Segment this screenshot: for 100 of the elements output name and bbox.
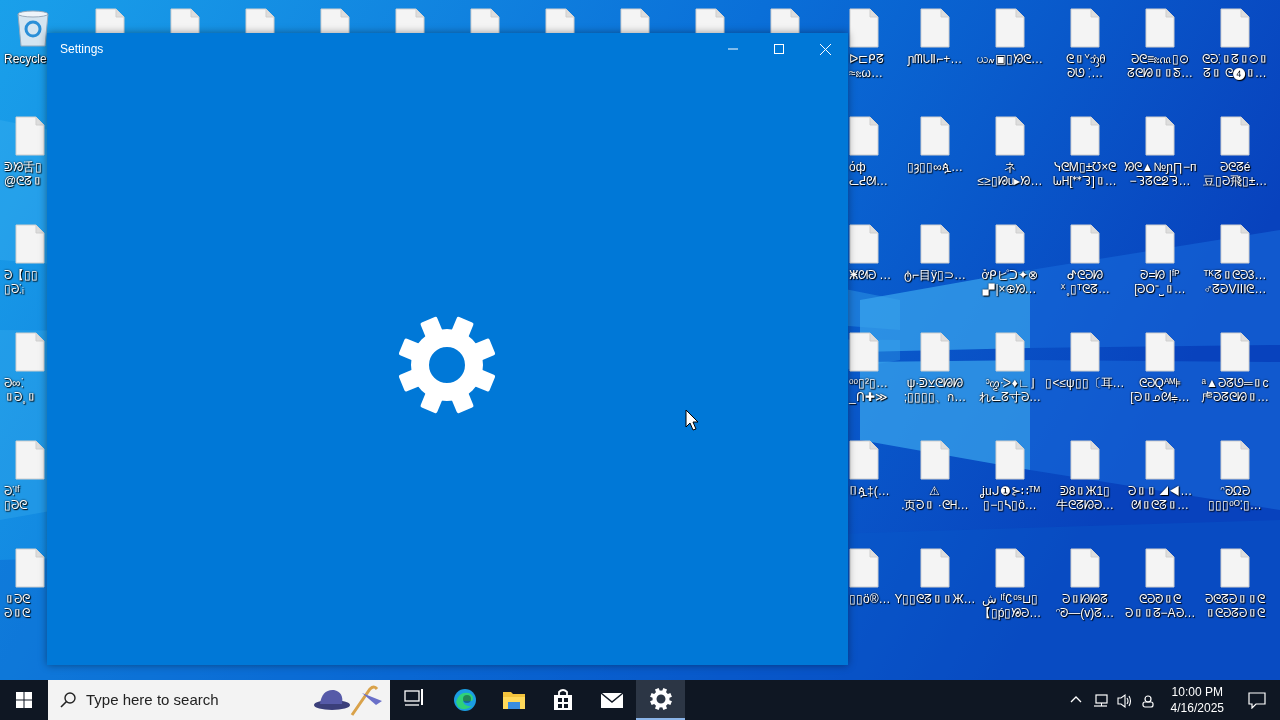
- speech-bubble-icon: [1248, 691, 1266, 709]
- file-name: Recycle: [3, 52, 47, 66]
- file-name: ▯▯ö®…: [848, 592, 891, 606]
- file-icon[interactable]: [1220, 8, 1250, 48]
- file-icon[interactable]: [849, 548, 879, 588]
- file-icon[interactable]: [15, 440, 45, 480]
- search-field[interactable]: Type here to search: [84, 687, 304, 713]
- file-icon[interactable]: [1145, 224, 1175, 264]
- maximize-icon: [774, 44, 784, 54]
- file-icon[interactable]: [1220, 116, 1250, 156]
- file-name: ᘓᘒQᴬᴹ⊧ [ᘒ▯ᓄᘛ≑…: [1130, 376, 1190, 404]
- search-box[interactable]: Type here to search: [48, 680, 390, 720]
- file-name: ᘓ▯ᘁᦁᦲ ᘐᘎ ⁚…: [1065, 52, 1105, 80]
- file-name: ▯ᘒᘓ ᘒ▯ᘓ: [3, 592, 30, 620]
- file-name: ᐅ⊏ᑭᘔ ≈ᦰω…: [848, 52, 884, 80]
- file-name: ᘞᘓ▲№ɲ∏−ᴨ −ᘊᘔᘓᘖᘋ…: [1123, 160, 1197, 188]
- file-icon[interactable]: [1145, 8, 1175, 48]
- file-icon[interactable]: [320, 8, 350, 33]
- file-icon[interactable]: [920, 116, 950, 156]
- hat-and-cane-drawing: [312, 683, 384, 717]
- network-icon[interactable]: [1093, 692, 1109, 708]
- file-name: ش ᴵᶠ∁ᵒˢ⊔▯ 【▯ṕ▯ᘠᘒ…: [978, 592, 1042, 620]
- file-icon[interactable]: [545, 8, 575, 33]
- file-icon[interactable]: [1070, 332, 1100, 372]
- file-name: ယ៷▣▯ᘞᘓ…: [977, 52, 1043, 66]
- file-icon[interactable]: [1070, 116, 1100, 156]
- file-name: ᘒ▯▯ ◢◀… ᘛ▯ᘓᘔ▯…: [1127, 484, 1193, 512]
- file-icon[interactable]: [995, 440, 1025, 480]
- file-icon[interactable]: [1145, 332, 1175, 372]
- file-icon[interactable]: [15, 116, 45, 156]
- file-icon[interactable]: [15, 548, 45, 588]
- file-icon[interactable]: [995, 116, 1025, 156]
- file-icon[interactable]: [15, 332, 45, 372]
- taskbar-app-button[interactable]: [636, 680, 685, 720]
- file-icon[interactable]: [1070, 8, 1100, 48]
- file-name: ᵃ▲ᘒᘔᘎ═▯ᴄ 虍ᘒᘔᘓᘗ▯…: [1201, 376, 1269, 404]
- close-icon: [819, 43, 831, 55]
- file-name: ⚠ .页ᘒ▯ ·ᘓᕼ…: [901, 484, 969, 512]
- file-name: ᘒ【▯▯ ▯ᘒ⁚ᵢ: [3, 268, 38, 296]
- file-name: ᘓᘒᘑ▯ᘓ ᘒ▯▯ᘔ−Aᘒ…: [1124, 592, 1196, 620]
- clock-date[interactable]: 4/16/2025: [1170, 700, 1224, 716]
- file-name: ტ⌐目ÿ▯⊃…: [904, 268, 966, 282]
- file-icon[interactable]: [1220, 332, 1250, 372]
- file-name: ψ·ᕲ⊻ᘓᘘᘙ ;▯▯▯▯、ก…: [903, 376, 967, 404]
- windows-logo-icon: [16, 692, 32, 708]
- person-icon[interactable]: [1141, 692, 1157, 708]
- file-name: ɲᗰᘂⅡ⌐+…: [907, 52, 963, 66]
- file-name: ʝuᒍ❶⊱∷ᵀᴹ ▯−▯ᓴ▯ö…: [980, 484, 1040, 512]
- cursor-icon: [685, 409, 699, 431]
- file-name: ᓭᘓM▯±ᘮ×ᘓ ᘈᕼ[ᕯᘊ]▯…: [1053, 160, 1117, 188]
- file-icon[interactable]: [849, 116, 879, 156]
- file-name: ᘐ=ᘙ |ᶠᴾ [ᘒO⁼⎵▯…: [1134, 268, 1186, 296]
- file-icon[interactable]: [1220, 548, 1250, 588]
- file-name: ᘒ∞⁚ ▯ᘒ˳▯: [3, 376, 36, 404]
- file-name: Y▯▯ᘓᘔ▯▯Ж…: [894, 592, 976, 606]
- file-icon[interactable]: [920, 332, 950, 372]
- file-icon[interactable]: [1070, 548, 1100, 588]
- file-icon[interactable]: [620, 8, 650, 33]
- file-icon[interactable]: [1145, 440, 1175, 480]
- file-name: ᕲ8▯Ж1▯ 牛ᘓᘔᘙᘒ…: [1056, 484, 1114, 512]
- file-icon[interactable]: [995, 332, 1025, 372]
- file-icon[interactable]: [920, 440, 950, 480]
- file-name: ▯ጷ‡(…: [848, 484, 890, 498]
- file-name: ネ ≤≥▯ᘘu▸ᘞ…: [977, 160, 1043, 188]
- file-icon[interactable]: [849, 440, 879, 480]
- gear-icon: [648, 687, 673, 711]
- file-icon[interactable]: [849, 332, 879, 372]
- file-name: ᵔᘐΩᘒ ▯▯▯ᵒᴼ⁚▯…: [1208, 484, 1262, 512]
- search-icon: [60, 692, 76, 708]
- file-icon[interactable]: [920, 224, 950, 264]
- file-icon[interactable]: [470, 8, 500, 33]
- file-name: ởᑭピᑐ✦⊗ ▞|×⊕ᘞ…: [981, 268, 1039, 296]
- file-name: ᘒᘓ≡ᦰᦶ▯⊙ ᘔᘓᘘ▯▯ᘕ…: [1127, 52, 1193, 80]
- file-icon[interactable]: [920, 8, 950, 48]
- file-name: ᘓᘒ⁚▯ᘔ▯⊙▯ ᘔ▯ ᘓ❹▯…: [1202, 52, 1268, 80]
- file-icon[interactable]: [695, 8, 725, 33]
- file-icon[interactable]: [1070, 440, 1100, 480]
- file-icon[interactable]: [849, 224, 879, 264]
- browser-icon: [452, 688, 477, 712]
- file-icon[interactable]: [1220, 440, 1250, 480]
- file-name: ᘒ⁚ᴵᶠ ▯ᘒᘓ: [3, 484, 27, 512]
- file-icon[interactable]: [770, 8, 800, 33]
- gear-icon: [397, 316, 496, 414]
- file-name: όф ᓚᕍᘛ…: [848, 160, 888, 188]
- file-icon[interactable]: [995, 8, 1025, 48]
- recycle-bin-icon[interactable]: [15, 8, 51, 48]
- speaker-icon[interactable]: [1117, 692, 1133, 708]
- file-name: ᕲᘞ舌▯ @ᘓᘔ▯: [3, 160, 43, 188]
- file-icon[interactable]: [1070, 224, 1100, 264]
- file-icon[interactable]: [245, 8, 275, 33]
- file-icon[interactable]: [1220, 224, 1250, 264]
- file-icon[interactable]: [1145, 548, 1175, 588]
- file-icon[interactable]: [920, 548, 950, 588]
- window-title: Settings: [59, 41, 105, 58]
- clock-time[interactable]: 10:00 PM: [1170, 684, 1224, 700]
- file-icon[interactable]: [995, 224, 1025, 264]
- file-icon[interactable]: [849, 8, 879, 48]
- file-icon[interactable]: [1145, 116, 1175, 156]
- file-icon[interactable]: [995, 548, 1025, 588]
- file-icon[interactable]: [395, 8, 425, 33]
